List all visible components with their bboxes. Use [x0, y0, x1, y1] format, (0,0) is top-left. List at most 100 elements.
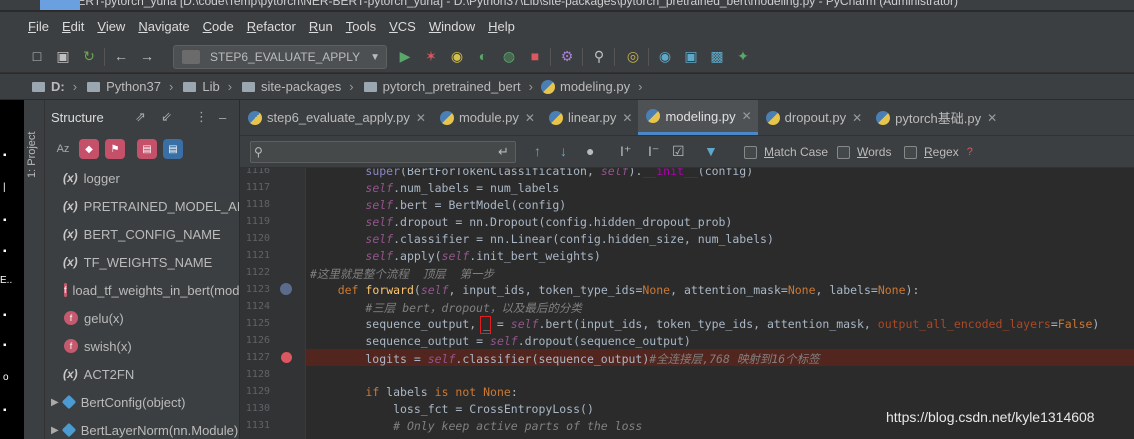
menu-tools[interactable]: Tools [346, 19, 376, 34]
layout-icon[interactable]: ▩ [708, 47, 726, 65]
structure-item[interactable]: (x) TF_WEIGHTS_NAME [45, 248, 239, 276]
code-line[interactable]: self.num_labels = num_labels [310, 181, 559, 195]
next-occurrence-icon[interactable]: ↓ [560, 143, 567, 159]
add-occurrence-icon[interactable]: I⁺ [620, 143, 631, 160]
structure-item[interactable]: (x) ACT2FN [45, 360, 239, 388]
code-line[interactable]: sequence_output = self.dropout(sequence_… [310, 334, 690, 348]
structure-item[interactable]: ▶ BertConfig(object) [45, 388, 239, 416]
menu-window[interactable]: Window [429, 19, 475, 34]
menu-refactor[interactable]: Refactor [247, 19, 296, 34]
breakpoint-icon[interactable] [281, 352, 292, 363]
show-members-icon[interactable]: ▤ [137, 139, 157, 159]
open-folder-icon[interactable]: □ [28, 47, 46, 65]
code-line[interactable]: if labels is not None: [310, 385, 517, 399]
structure-item[interactable]: ▶ BertLayerNorm(nn.Module) [45, 416, 239, 439]
show-fields-icon[interactable]: ◆ [79, 139, 99, 159]
run-configuration-select[interactable]: STEP6_EVALUATE_APPLY ▼ [173, 45, 387, 69]
previous-occurrence-icon[interactable]: ↑ [534, 143, 541, 159]
menu-file[interactable]: File [28, 19, 49, 34]
debug-icon[interactable]: ✶ [422, 47, 440, 65]
menu-vcs[interactable]: VCS [389, 19, 416, 34]
newline-icon[interactable]: ↵ [498, 144, 509, 160]
close-icon[interactable]: ✕ [987, 111, 997, 125]
checkbox-box[interactable] [744, 145, 757, 159]
structure-item[interactable]: f gelu(x) [45, 304, 239, 332]
search-icon[interactable]: ⚲ [590, 47, 608, 65]
menu-help[interactable]: Help [488, 19, 515, 34]
tab-dropout[interactable]: dropout.py ✕ [758, 100, 869, 135]
stop-icon[interactable]: ■ [526, 47, 544, 65]
sync-icon[interactable]: ↻ [80, 47, 98, 65]
code-line[interactable]: sequence_output, _ = self.bert(input_ids… [310, 317, 1099, 331]
breadcrumb-item[interactable]: pytorch_pretrained_bert [383, 79, 521, 94]
find-in-selection-icon[interactable]: ● [586, 143, 594, 159]
code-line[interactable]: self.apply(self.init_bert_weights) [310, 249, 600, 263]
code-line[interactable]: def forward(self, input_ids, token_type_… [310, 283, 920, 297]
plugin-icon[interactable]: ✦ [734, 47, 752, 65]
match-case-checkbox[interactable]: Match Case [744, 145, 828, 159]
tab-step6-evaluate-apply[interactable]: step6_evaluate_apply.py ✕ [240, 100, 432, 135]
settings-icon[interactable]: ⚙ [558, 47, 576, 65]
chevron-right-icon[interactable]: ▶ [51, 397, 59, 408]
tab-modeling[interactable]: modeling.py ✕ [638, 100, 758, 135]
checkbox-box[interactable] [904, 145, 917, 159]
structure-item[interactable]: (x) logger [45, 164, 239, 192]
show-inherited-icon[interactable]: ⚑ [105, 139, 125, 159]
minimize-icon[interactable]: – [219, 110, 226, 125]
code-line[interactable]: #这里就是整个流程 顶层 第一步 [310, 266, 494, 282]
menu-run[interactable]: Run [309, 19, 333, 34]
filter-icon[interactable]: ▼ [704, 143, 718, 159]
code-line[interactable]: super(BertForTokenClassification, self).… [310, 168, 753, 178]
profile-icon[interactable]: ◐ [474, 47, 492, 65]
close-icon[interactable]: ✕ [742, 109, 752, 123]
concurrency-icon[interactable]: ◍ [500, 47, 518, 65]
breadcrumb-item[interactable]: Python37 [106, 79, 161, 94]
remove-occurrence-icon[interactable]: I⁻ [648, 143, 659, 160]
breadcrumb-item[interactable]: site-packages [261, 79, 341, 94]
checkbox-box[interactable] [837, 145, 850, 159]
expand-icon[interactable]: ⇗ [135, 109, 146, 125]
regex-help-icon[interactable]: ? [967, 146, 973, 158]
select-all-occurrences-icon[interactable]: ☑ [672, 143, 685, 160]
tab-pytorch-basics[interactable]: pytorch基础.py ✕ [868, 100, 1003, 135]
code-line[interactable]: loss_fct = CrossEntropyLoss() [310, 402, 594, 416]
structure-item[interactable]: f swish(x) [45, 332, 239, 360]
breadcrumb-item[interactable]: modeling.py [560, 79, 630, 94]
menu-navigate[interactable]: Navigate [138, 19, 189, 34]
sort-alpha-icon[interactable]: Az [53, 139, 73, 159]
breadcrumb-item[interactable]: Lib [202, 79, 219, 94]
menu-edit[interactable]: Edit [62, 19, 84, 34]
close-icon[interactable]: ✕ [416, 111, 426, 125]
code-line[interactable]: # Only keep active parts of the loss [310, 419, 642, 433]
code-line[interactable]: self.dropout = nn.Dropout(config.hidden_… [310, 215, 732, 229]
code-line[interactable]: self.classifier = nn.Linear(config.hidde… [310, 232, 774, 246]
coverage-icon[interactable]: ◉ [448, 47, 466, 65]
close-icon[interactable]: ✕ [622, 111, 632, 125]
code-line[interactable]: self.bert = BertModel(config) [310, 198, 566, 212]
code-line[interactable]: #三层 bert，dropout，以及最后的分类 [310, 300, 582, 316]
save-icon[interactable]: ▣ [54, 47, 72, 65]
collapse-icon[interactable]: ⇙ [161, 109, 172, 125]
tab-module[interactable]: module.py ✕ [432, 100, 541, 135]
tab-linear[interactable]: linear.py ✕ [541, 100, 638, 135]
close-icon[interactable]: ✕ [525, 111, 535, 125]
sdk-icon[interactable]: ◎ [624, 47, 642, 65]
title-badge[interactable] [40, 0, 80, 10]
code-line[interactable]: logits = self.classifier(sequence_output… [310, 351, 819, 367]
words-checkbox[interactable]: Words [837, 145, 891, 159]
scientific-icon[interactable]: ▣ [682, 47, 700, 65]
forward-icon[interactable]: → [138, 47, 156, 65]
back-icon[interactable]: ← [112, 47, 130, 65]
regex-checkbox[interactable]: Regex ? [904, 145, 973, 159]
structure-item[interactable]: (x) PRETRAINED_MODEL_ARCHIVE_MAP [45, 192, 239, 220]
database-icon[interactable]: ◉ [656, 47, 674, 65]
run-icon[interactable]: ▶ [396, 47, 414, 65]
autoscroll-icon[interactable]: ▤ [163, 139, 183, 159]
search-input[interactable] [250, 141, 516, 163]
code-editor[interactable]: 1116 1117 1118 1119 1120 1121 1122 1123 … [240, 168, 1134, 439]
override-marker-icon[interactable] [280, 283, 292, 295]
menu-code[interactable]: Code [203, 19, 234, 34]
menu-view[interactable]: View [97, 19, 125, 34]
structure-item[interactable]: (x) BERT_CONFIG_NAME [45, 220, 239, 248]
structure-item[interactable]: f load_tf_weights_in_bert(model, tf_chec… [45, 276, 239, 304]
